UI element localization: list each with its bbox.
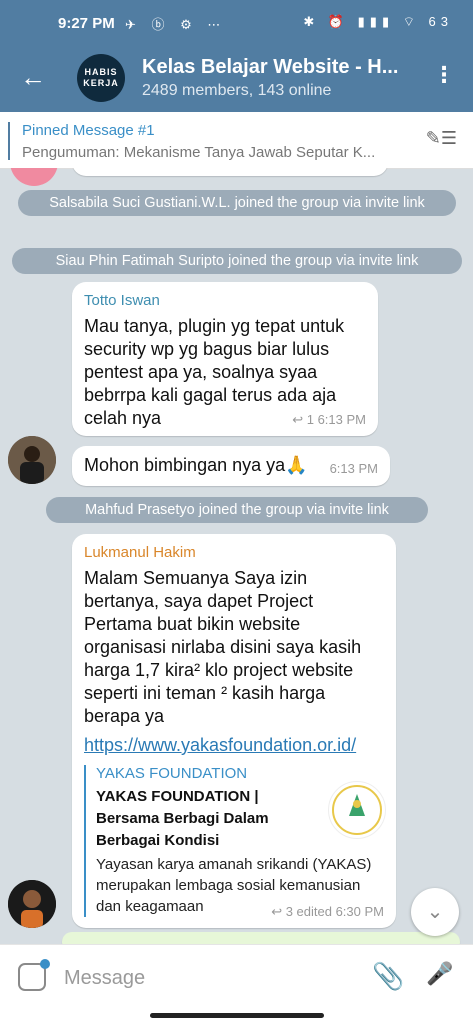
message-link[interactable]: https://www.yakasfoundation.or.id/ [84,734,384,757]
chat-title[interactable]: Kelas Belajar Website - H... [142,56,398,79]
home-gesture-handle[interactable] [150,1013,324,1018]
avatar[interactable] [10,168,58,186]
chat-header: ← HABIS KERJA Kelas Belajar Website - H.… [0,46,473,112]
system-nav-bar [0,1008,473,1024]
pinned-message-bar[interactable]: Pinned Message #1 Pengumuman: Mekanisme … [0,112,473,169]
message-bubble[interactable]: Totto Iswan Mau tanya, plugin yg tepat u… [72,282,378,436]
message-meta: 6:13 PM [329,461,378,476]
more-options-icon[interactable]: ⋮ [433,62,455,88]
sender-name[interactable]: Lukmanul Hakim [84,544,396,561]
link-preview[interactable]: YAKAS FOUNDATION YAKAS FOUNDATION | Bers… [84,765,386,917]
pin-list-icon[interactable]: ✎☰ [426,128,457,149]
preview-site-name: YAKAS FOUNDATION [96,765,248,782]
notification-dot [40,959,50,969]
message-meta: ↩ 1 6:13 PM [292,412,366,427]
status-right-icons: ✱ ⏰ ▮▮▮ ⌔ 63 [303,14,453,29]
message-input-bar: 📎 🎤 [0,944,473,1009]
service-message-join: Siau Phin Fatimah Suripto joined the gro… [12,248,462,274]
pinned-indicator [8,122,10,160]
message-bubble[interactable]: Lukmanul Hakim Malam Semuanya Saya izin … [72,534,396,928]
message-bubble[interactable]: Mohon bimbingan nya ya🙏 6:13 PM [72,446,390,486]
microphone-icon[interactable]: 🎤 [426,961,453,987]
message-text: Malam Semuanya Saya izin bertanya, saya … [84,568,362,726]
chat-subtitle: 2489 members, 143 online [142,82,332,99]
chat-area[interactable]: Salsabila Suci Gustiani.W.L. joined the … [0,168,473,944]
sender-name[interactable]: Totto Iswan [84,292,378,309]
user-photo-icon [8,436,56,484]
status-left-icons: ✈ ⓑ ⚙ ⋯ [125,17,227,32]
emoji-sticker-icon[interactable] [18,959,50,991]
status-time: 9:27 PM [58,15,115,32]
service-message-join: Salsabila Suci Gustiani.W.L. joined the … [18,190,456,216]
message-bubble[interactable] [62,932,460,944]
message-meta: ↩ 3 edited 6:30 PM [271,904,384,919]
avatar[interactable] [8,880,56,928]
chevron-down-icon: ⌄ [426,901,444,923]
message-input[interactable] [62,963,346,993]
status-bar: 9:27 PM ✈ ⓑ ⚙ ⋯ ✱ ⏰ ▮▮▮ ⌔ 63 [0,0,473,46]
group-avatar[interactable]: HABIS KERJA [77,54,125,102]
avatar[interactable] [8,436,56,484]
yakas-logo-icon [332,785,382,835]
user-photo-icon [8,880,56,928]
scroll-down-button[interactable]: ⌄ [411,888,459,936]
service-message-join: Mahfud Prasetyo joined the group via inv… [46,497,428,523]
preview-title: YAKAS FOUNDATION | Bersama Berbagi Dalam… [96,788,269,849]
paperclip-icon[interactable]: 📎 [372,961,404,992]
group-avatar-text: HABIS KERJA [83,67,119,88]
back-arrow-icon[interactable]: ← [20,62,50,92]
message-bubble[interactable] [72,168,388,176]
preview-thumbnail [328,781,386,839]
pinned-text: Pengumuman: Mekanisme Tanya Jawab Seputa… [22,144,376,161]
pinned-title: Pinned Message #1 [22,122,155,139]
